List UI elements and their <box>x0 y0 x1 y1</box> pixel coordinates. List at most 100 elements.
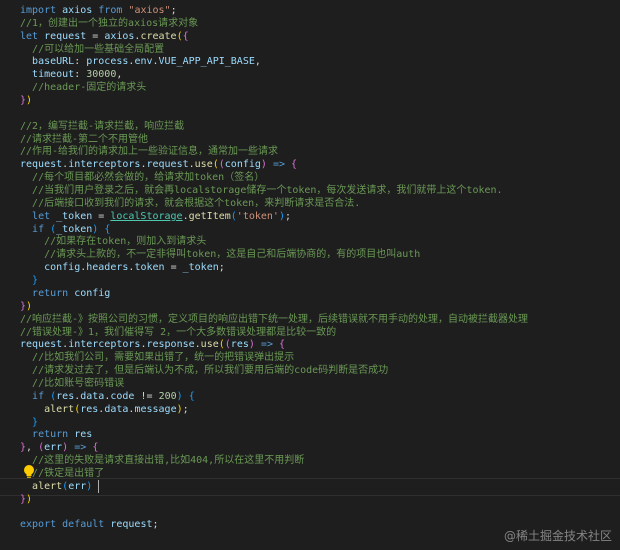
code-token: //如果存在token，则加入到请求头 <box>44 236 207 248</box>
code-token: 30000 <box>86 69 117 81</box>
code-token: { <box>279 339 286 351</box>
code-token: } <box>32 275 39 287</box>
code-token: => <box>272 159 286 171</box>
code-token: import <box>20 5 57 16</box>
code-token: config <box>224 159 261 171</box>
code-token: return <box>32 429 69 441</box>
code-token: config <box>44 262 81 274</box>
code-token: = <box>164 262 183 274</box>
code-token: //每个项目都必然会做的，给请求加token（签名） <box>32 172 265 184</box>
code-token: //请求拦截-第二个不用管他 <box>20 133 149 145</box>
code-editor[interactable]: import axios from "axios";//1，创建出一个独立的ax… <box>0 0 620 550</box>
code-token: return <box>32 287 69 299</box>
code-token: ; <box>182 403 189 415</box>
code-token: //可以给加一些基础全局配置 <box>32 43 165 55</box>
code-token: //header-固定的请求头 <box>32 82 147 94</box>
lightbulb-icon[interactable] <box>22 464 36 480</box>
code-token: default <box>62 519 105 531</box>
code-token: VUE_APP_API_BASE <box>158 56 255 68</box>
code-token: data <box>104 403 129 415</box>
code-token: 200 <box>158 390 177 402</box>
code-token: _token <box>56 223 93 235</box>
code-token: headers <box>86 262 129 274</box>
code-token: env <box>134 56 153 68</box>
code-token: axios <box>62 5 93 16</box>
code-token: timeout <box>32 69 75 81</box>
code-token: request <box>146 159 189 171</box>
code-token: alert <box>32 480 63 492</box>
code-token: , <box>26 442 39 454</box>
code-token: process <box>86 56 129 68</box>
code-token: ) <box>26 95 33 107</box>
code-token: , <box>116 69 123 81</box>
code-token: baseURL <box>32 56 75 68</box>
code-token: from <box>98 5 123 16</box>
code-token: //比如我们公司，需要如果出错了，统一的把错误弹出提示 <box>32 352 295 364</box>
code-token: _token <box>182 262 219 274</box>
code-token: //请求发过去了，但是后端认为不成，所以我们要用后端的code码判断是否成功 <box>32 365 389 377</box>
code-token: res <box>74 429 93 441</box>
code-token: ) <box>86 480 93 492</box>
code-token: code <box>110 390 135 402</box>
code-token: use <box>200 339 219 351</box>
code-token: res <box>56 390 75 402</box>
code-token: => <box>260 339 273 351</box>
code-token: use <box>194 159 213 171</box>
code-token: err <box>68 480 87 492</box>
watermark: @稀土掘金技术社区 <box>503 529 612 543</box>
code-token: data <box>80 390 105 402</box>
code-token: //比如账号密码错误 <box>32 377 125 389</box>
code-token: interceptors <box>68 159 141 171</box>
code-token: ; <box>152 519 159 531</box>
code-token: : <box>74 69 87 81</box>
code-token: if <box>32 390 45 402</box>
code-token: } <box>32 416 39 428</box>
code-token: //后端接口收到我们的请求，就会根据这个token，来判断请求是否合法. <box>32 197 361 209</box>
code-token: request <box>20 339 63 351</box>
code-token: response <box>146 339 195 351</box>
code-token: alert <box>44 403 75 415</box>
code-token: if <box>32 223 45 235</box>
code-token: getItem <box>188 210 231 222</box>
code-token: != <box>134 390 159 402</box>
code-token: { <box>92 442 99 454</box>
code-token: //当我们用户登录之后，就会再localstorage储存一个token，每次发… <box>32 185 503 197</box>
code-token: = <box>92 210 111 222</box>
code-token: 'token' <box>236 210 279 222</box>
code-token: { <box>104 223 111 235</box>
code-token: { <box>182 30 189 42</box>
code-token: request <box>44 30 87 42</box>
code-token: config <box>74 287 111 299</box>
code-token: token <box>134 262 165 274</box>
code-token: { <box>291 159 298 171</box>
code-token: = <box>86 30 105 42</box>
code-token: ; <box>218 262 225 274</box>
code-token: //2，编写拦截-请求拦截，响应拦截 <box>20 120 185 132</box>
code-token: create <box>140 30 177 42</box>
code-token: { <box>188 390 195 402</box>
code-token: res <box>80 403 99 415</box>
code-token: => <box>74 442 87 454</box>
code-token: res <box>230 339 249 351</box>
code-token: message <box>134 403 177 415</box>
code-token: ; <box>284 210 292 222</box>
